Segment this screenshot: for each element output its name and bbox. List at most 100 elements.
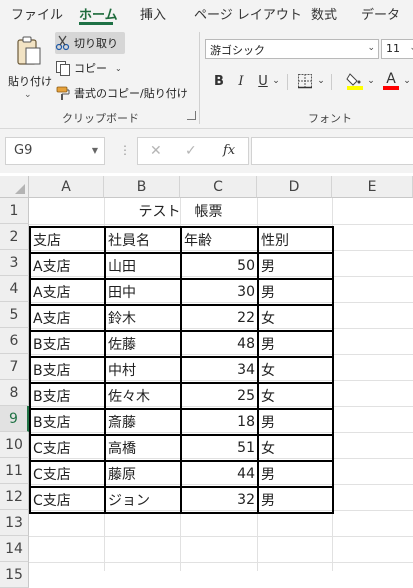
clipboard-dialog-launcher-icon[interactable] xyxy=(187,111,196,120)
tab-insert[interactable]: 挿入 xyxy=(140,4,166,23)
cell-age[interactable]: 30 xyxy=(180,278,259,306)
header-cell-age[interactable]: 年齢 xyxy=(180,226,259,254)
italic-button[interactable]: I xyxy=(234,70,248,92)
cell-gender[interactable]: 女 xyxy=(257,382,334,410)
cell-gender[interactable]: 男 xyxy=(257,486,334,514)
tab-file[interactable]: ファイル xyxy=(11,4,63,23)
enter-icon[interactable]: ✓ xyxy=(185,143,197,159)
font-name-select[interactable]: 游ゴシック ⌄ xyxy=(205,39,379,59)
cell-branch[interactable]: B支店 xyxy=(29,382,106,410)
row-header-10[interactable]: 10 xyxy=(0,432,29,458)
cell-employee[interactable]: 中村 xyxy=(104,356,182,384)
row-header-3[interactable]: 3 xyxy=(0,250,29,276)
cell-employee[interactable]: 田中 xyxy=(104,278,182,306)
cut-button[interactable]: 切り取り xyxy=(55,32,125,54)
chevron-down-icon[interactable]: ⌄ xyxy=(115,64,122,73)
tab-home[interactable]: ホーム xyxy=(79,4,118,23)
cell-age[interactable]: 32 xyxy=(180,486,259,514)
cell-branch[interactable]: C支店 xyxy=(29,486,106,514)
cell-employee[interactable]: 鈴木 xyxy=(104,304,182,332)
tab-data[interactable]: データ xyxy=(361,4,400,23)
column-header-e[interactable]: E xyxy=(332,176,413,198)
cell-age[interactable]: 50 xyxy=(180,252,259,280)
bold-button[interactable]: B xyxy=(210,70,228,92)
tab-page-layout[interactable]: ページ レイアウト xyxy=(194,4,302,23)
borders-button[interactable] xyxy=(295,70,315,92)
row-header-13[interactable]: 13 xyxy=(0,510,29,536)
cell-employee[interactable]: 山田 xyxy=(104,252,182,280)
cell-gender[interactable]: 男 xyxy=(257,330,334,358)
cancel-icon[interactable]: ✕ xyxy=(150,143,162,159)
cell-branch[interactable]: A支店 xyxy=(29,304,106,332)
row-header-14[interactable]: 14 xyxy=(0,536,29,562)
formula-input[interactable] xyxy=(251,137,413,165)
cell-gender[interactable]: 男 xyxy=(257,278,334,306)
cell-age[interactable]: 44 xyxy=(180,460,259,488)
splitter-handle-icon[interactable]: ⋮ xyxy=(119,143,131,157)
font-color-button[interactable]: A xyxy=(381,70,401,92)
paste-button[interactable]: 貼り付け ⌄ xyxy=(6,32,52,112)
row-header-1[interactable]: 1 xyxy=(0,198,29,224)
cell-gender[interactable]: 女 xyxy=(257,356,334,384)
select-all-button[interactable] xyxy=(0,176,29,198)
tab-formulas[interactable]: 数式 xyxy=(311,4,337,23)
cell-gender[interactable]: 男 xyxy=(257,252,334,280)
row-header-12[interactable]: 12 xyxy=(0,484,29,510)
cell-gender[interactable]: 男 xyxy=(257,408,334,436)
cell-branch[interactable]: A支店 xyxy=(29,278,106,306)
row-header-7[interactable]: 7 xyxy=(0,354,29,380)
column-header-c[interactable]: C xyxy=(180,176,257,198)
row-header-5[interactable]: 5 xyxy=(0,302,29,328)
row-header-4[interactable]: 4 xyxy=(0,276,29,302)
cell-gender[interactable]: 男 xyxy=(257,460,334,488)
cell-branch[interactable]: B支店 xyxy=(29,408,106,436)
cell-age[interactable]: 22 xyxy=(180,304,259,332)
report-title-cell[interactable]: テスト 帳票 xyxy=(29,198,332,224)
cell-employee[interactable]: 佐々木 xyxy=(104,382,182,410)
format-painter-button[interactable]: 書式のコピー/貼り付け xyxy=(55,82,188,104)
cell-age[interactable]: 34 xyxy=(180,356,259,384)
cell-employee[interactable]: 高橋 xyxy=(104,434,182,462)
cell-employee[interactable]: 佐藤 xyxy=(104,330,182,358)
cell-gender[interactable]: 女 xyxy=(257,434,334,462)
insert-function-icon[interactable]: fx xyxy=(223,143,235,158)
chevron-down-icon[interactable]: ⌄ xyxy=(271,70,281,92)
cell-age[interactable]: 51 xyxy=(180,434,259,462)
row-header-15[interactable]: 15 xyxy=(0,562,29,588)
row-header-8[interactable]: 8 xyxy=(0,380,29,406)
fill-color-button[interactable] xyxy=(345,70,365,92)
column-header-a[interactable]: A xyxy=(29,176,104,198)
chevron-down-icon[interactable]: ▼ xyxy=(92,146,98,155)
header-cell-employee[interactable]: 社員名 xyxy=(104,226,182,254)
font-name-value: 游ゴシック xyxy=(210,44,265,57)
cell-branch[interactable]: C支店 xyxy=(29,434,106,462)
chevron-down-icon[interactable]: ⌄ xyxy=(24,90,32,100)
chevron-down-icon[interactable]: ⌄ xyxy=(366,70,376,92)
chevron-down-icon[interactable]: ⌄ xyxy=(402,70,412,92)
row-header-11[interactable]: 11 xyxy=(0,458,29,484)
underline-button[interactable]: U xyxy=(255,70,271,92)
cell-age[interactable]: 18 xyxy=(180,408,259,436)
format-painter-icon xyxy=(56,86,70,100)
name-box[interactable]: G9 ▼ xyxy=(5,137,105,165)
cell-age[interactable]: 48 xyxy=(180,330,259,358)
row-header-2[interactable]: 2 xyxy=(0,224,29,250)
cell-branch[interactable]: B支店 xyxy=(29,330,106,358)
cell-age[interactable]: 25 xyxy=(180,382,259,410)
chevron-down-icon[interactable]: ⌄ xyxy=(316,70,326,92)
font-size-select[interactable]: 11 ⌄ xyxy=(381,39,413,59)
cell-gender[interactable]: 女 xyxy=(257,304,334,332)
column-header-b[interactable]: B xyxy=(104,176,180,198)
row-header-6[interactable]: 6 xyxy=(0,328,29,354)
copy-button[interactable]: コピー ⌄ xyxy=(55,57,122,79)
cell-employee[interactable]: ジョン xyxy=(104,486,182,514)
header-cell-gender[interactable]: 性別 xyxy=(257,226,334,254)
header-cell-branch[interactable]: 支店 xyxy=(29,226,106,254)
cell-employee[interactable]: 斎藤 xyxy=(104,408,182,436)
column-header-d[interactable]: D xyxy=(257,176,332,198)
cell-branch[interactable]: B支店 xyxy=(29,356,106,384)
row-header-9[interactable]: 9 xyxy=(0,406,29,432)
cell-branch[interactable]: C支店 xyxy=(29,460,106,488)
cell-branch[interactable]: A支店 xyxy=(29,252,106,280)
cell-employee[interactable]: 藤原 xyxy=(104,460,182,488)
